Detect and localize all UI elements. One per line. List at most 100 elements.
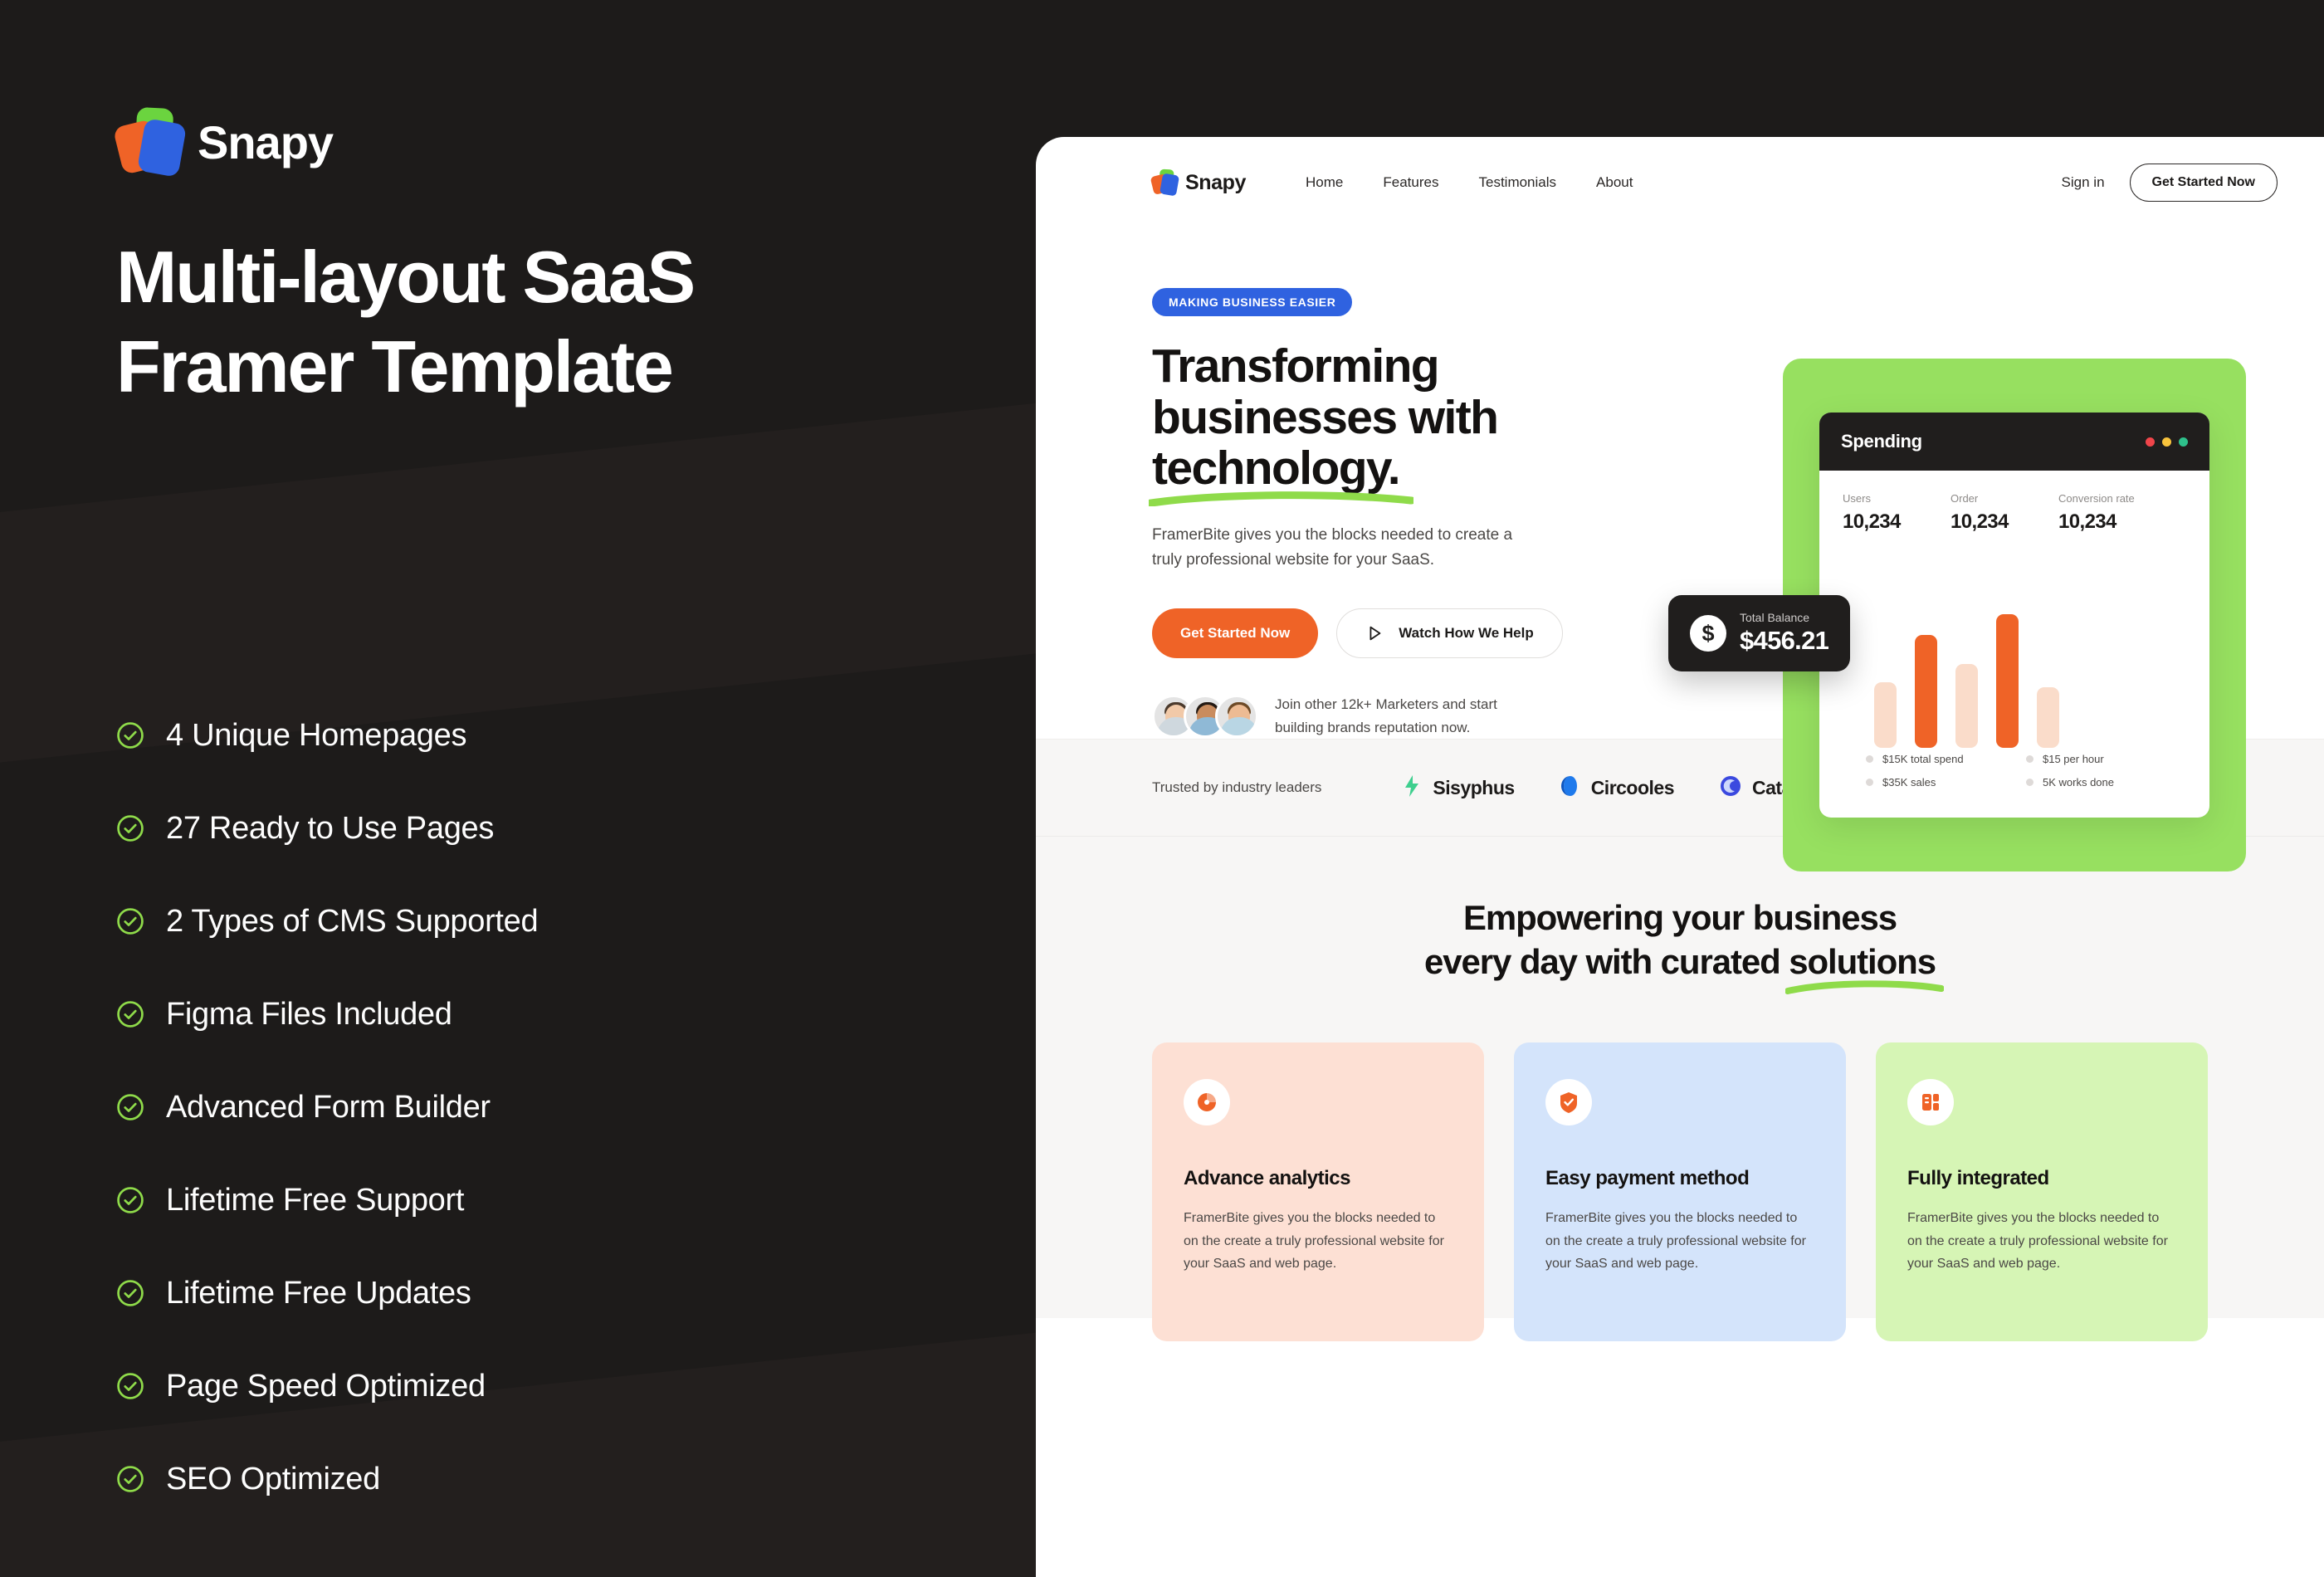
feature-card-title: Fully integrated [1907, 1167, 2049, 1190]
kpi-value: 10,234 [1843, 510, 1901, 533]
kpi-value: 10,234 [1950, 510, 2009, 533]
play-icon [1370, 626, 1381, 641]
feature-list: 4 Unique Homepages 27 Ready to Use Pages 2… [116, 689, 539, 1526]
spending-window-title: Spending [1841, 431, 1922, 452]
brand-logo-circooles: Circooles [1560, 774, 1675, 802]
kpi-label: Order [1950, 492, 1979, 505]
check-circle-icon [116, 814, 144, 842]
avatar-group [1152, 694, 1258, 738]
empower-section: Empowering your business every day with … [1036, 837, 2324, 1342]
brand-logo-label: Sisyphus [1433, 776, 1515, 798]
kpi-item: Users 10,234 [1843, 492, 1950, 534]
total-balance-card: $ Total Balance $456.21 [1668, 595, 1851, 671]
hero-secondary-cta[interactable]: Watch How We Help [1336, 608, 1563, 659]
feature-item: 27 Ready to Use Pages [116, 782, 538, 875]
hero-subtitle: FramerBite gives you the blocks needed t… [1152, 525, 1513, 569]
circooles-circle-icon [1560, 774, 1581, 802]
spending-window-titlebar: Spending [1819, 413, 2209, 471]
feature-card-title: Easy payment method [1545, 1167, 1750, 1190]
signin-link[interactable]: Sign in [2062, 174, 2105, 191]
feature-item-label: 4 Unique Homepages [166, 717, 467, 753]
feature-item: SEO Optimized [116, 1433, 538, 1526]
feature-card[interactable]: Advance analytics FramerBite gives you th… [1152, 1042, 1484, 1342]
feature-item: Page Speed Optimized [116, 1340, 538, 1433]
catalog-c-icon [1719, 774, 1742, 802]
legend-dot-icon [2026, 755, 2034, 763]
maximize-dot-icon[interactable] [2179, 437, 2188, 447]
feature-item: Lifetime Free Updates [116, 1247, 538, 1340]
feature-item: Advanced Form Builder [116, 1061, 538, 1154]
close-dot-icon[interactable] [2146, 437, 2155, 447]
nav-link-home[interactable]: Home [1306, 174, 1343, 191]
brand-name: Snapy [198, 115, 334, 168]
check-circle-icon [116, 1093, 144, 1121]
preview-logo[interactable]: Snapy [1150, 168, 1247, 197]
chart-bar [1955, 663, 1978, 748]
total-balance-label: Total Balance [1740, 611, 1810, 624]
social-proof-text: Join other 12k+ Marketers and start buil… [1275, 696, 1497, 735]
feature-card[interactable]: Easy payment method FramerBite gives you … [1514, 1042, 1846, 1342]
check-circle-icon [116, 1372, 144, 1400]
avatar [1215, 694, 1258, 738]
chart-bar [1996, 614, 2019, 748]
check-circle-icon [116, 1465, 144, 1493]
nav-link-features[interactable]: Features [1383, 174, 1438, 191]
hero-title-highlight: technology. [1149, 442, 1413, 506]
empower-title-line-1: Empowering your business [1462, 898, 1897, 938]
hero-social-proof: Join other 12k+ Marketers and start buil… [1152, 693, 1650, 739]
headline-line-2: Framer Template [116, 325, 674, 408]
feature-card-description: FramerBite gives you the blocks needed t… [1545, 1211, 1806, 1272]
feature-item-label: SEO Optimized [166, 1461, 380, 1496]
snapy-logo-icon [1150, 168, 1180, 197]
chart-bar [1915, 634, 1937, 748]
brand-logo-sisyphus: Sisyphus [1401, 774, 1515, 802]
nav-link-about[interactable]: About [1596, 174, 1633, 191]
chart-bar [1874, 682, 1897, 748]
green-underline-icon [1149, 491, 1413, 506]
hero-title: Transforming businesses with technology. [1149, 339, 1650, 506]
left-promo-panel: Snapy Multi-layout SaaS Framer Template … [0, 0, 1038, 1577]
check-circle-icon [116, 907, 144, 935]
legend-dot-icon [1866, 755, 1873, 763]
hero-primary-cta[interactable]: Get Started Now [1152, 608, 1319, 659]
feature-item: 2 Types of CMS Supported [116, 875, 539, 968]
legend-label: 5K works done [2043, 776, 2114, 788]
hero-badge: MAKING BUSINESS EASIER [1152, 288, 1353, 316]
page-title: Multi-layout SaaS Framer Template [116, 241, 988, 403]
feature-item-label: 27 Ready to Use Pages [166, 810, 495, 846]
empower-title-highlight: solutions [1785, 940, 1945, 995]
headline-line-1: Multi-layout SaaS [116, 236, 696, 318]
pie-chart-icon [1184, 1079, 1230, 1126]
check-circle-icon [116, 1000, 144, 1028]
feature-item-label: Lifetime Free Support [166, 1182, 465, 1218]
feature-item-label: 2 Types of CMS Supported [166, 903, 539, 939]
check-circle-icon [116, 1279, 144, 1307]
page-root: Snapy Multi-layout SaaS Framer Template … [0, 0, 2324, 1577]
get-started-button[interactable]: Get Started Now [2129, 164, 2278, 202]
chart-legend: $15K total spend $15 per hour $35K sales 5K… [1843, 748, 2186, 799]
feature-card[interactable]: Fully integrated FramerBite gives you the… [1876, 1042, 2208, 1342]
preview-navbar: Snapy Home Features Testimonials About Sign… [1036, 137, 2324, 228]
minimize-dot-icon[interactable] [2162, 437, 2171, 447]
kpi-label: Conversion rate [2058, 492, 2135, 505]
green-underline-icon [1785, 980, 1945, 995]
legend-item: $35K sales [1866, 776, 2026, 788]
hero-content: MAKING BUSINESS EASIER Transforming busi… [1149, 278, 1650, 739]
legend-item: $15 per hour [2026, 753, 2186, 765]
hero-title-line-1: Transforming [1152, 339, 1440, 393]
website-preview: Snapy Home Features Testimonials About Sign… [1036, 137, 2324, 1577]
trusted-by-label: Trusted by industry leaders [1152, 779, 1322, 796]
kpi-value: 10,234 [2058, 510, 2116, 533]
sisyphus-bolt-icon [1401, 774, 1423, 802]
nav-link-testimonials[interactable]: Testimonials [1478, 174, 1556, 191]
check-circle-icon [116, 1186, 144, 1214]
feature-item-label: Lifetime Free Updates [166, 1275, 471, 1311]
preview-nav-actions: Sign in Get Started Now [2062, 164, 2278, 202]
preview-logo-text: Snapy [1185, 170, 1247, 194]
feature-cards: Advance analytics FramerBite gives you th… [1036, 984, 2324, 1342]
feature-item-label: Page Speed Optimized [166, 1368, 486, 1404]
legend-item: 5K works done [2026, 776, 2186, 788]
kpi-item: Conversion rate 10,234 [2058, 492, 2166, 534]
check-circle-icon [116, 721, 144, 749]
spending-window-body: Users 10,234 Order 10,234 Conversion rate 10,… [1819, 471, 2209, 818]
